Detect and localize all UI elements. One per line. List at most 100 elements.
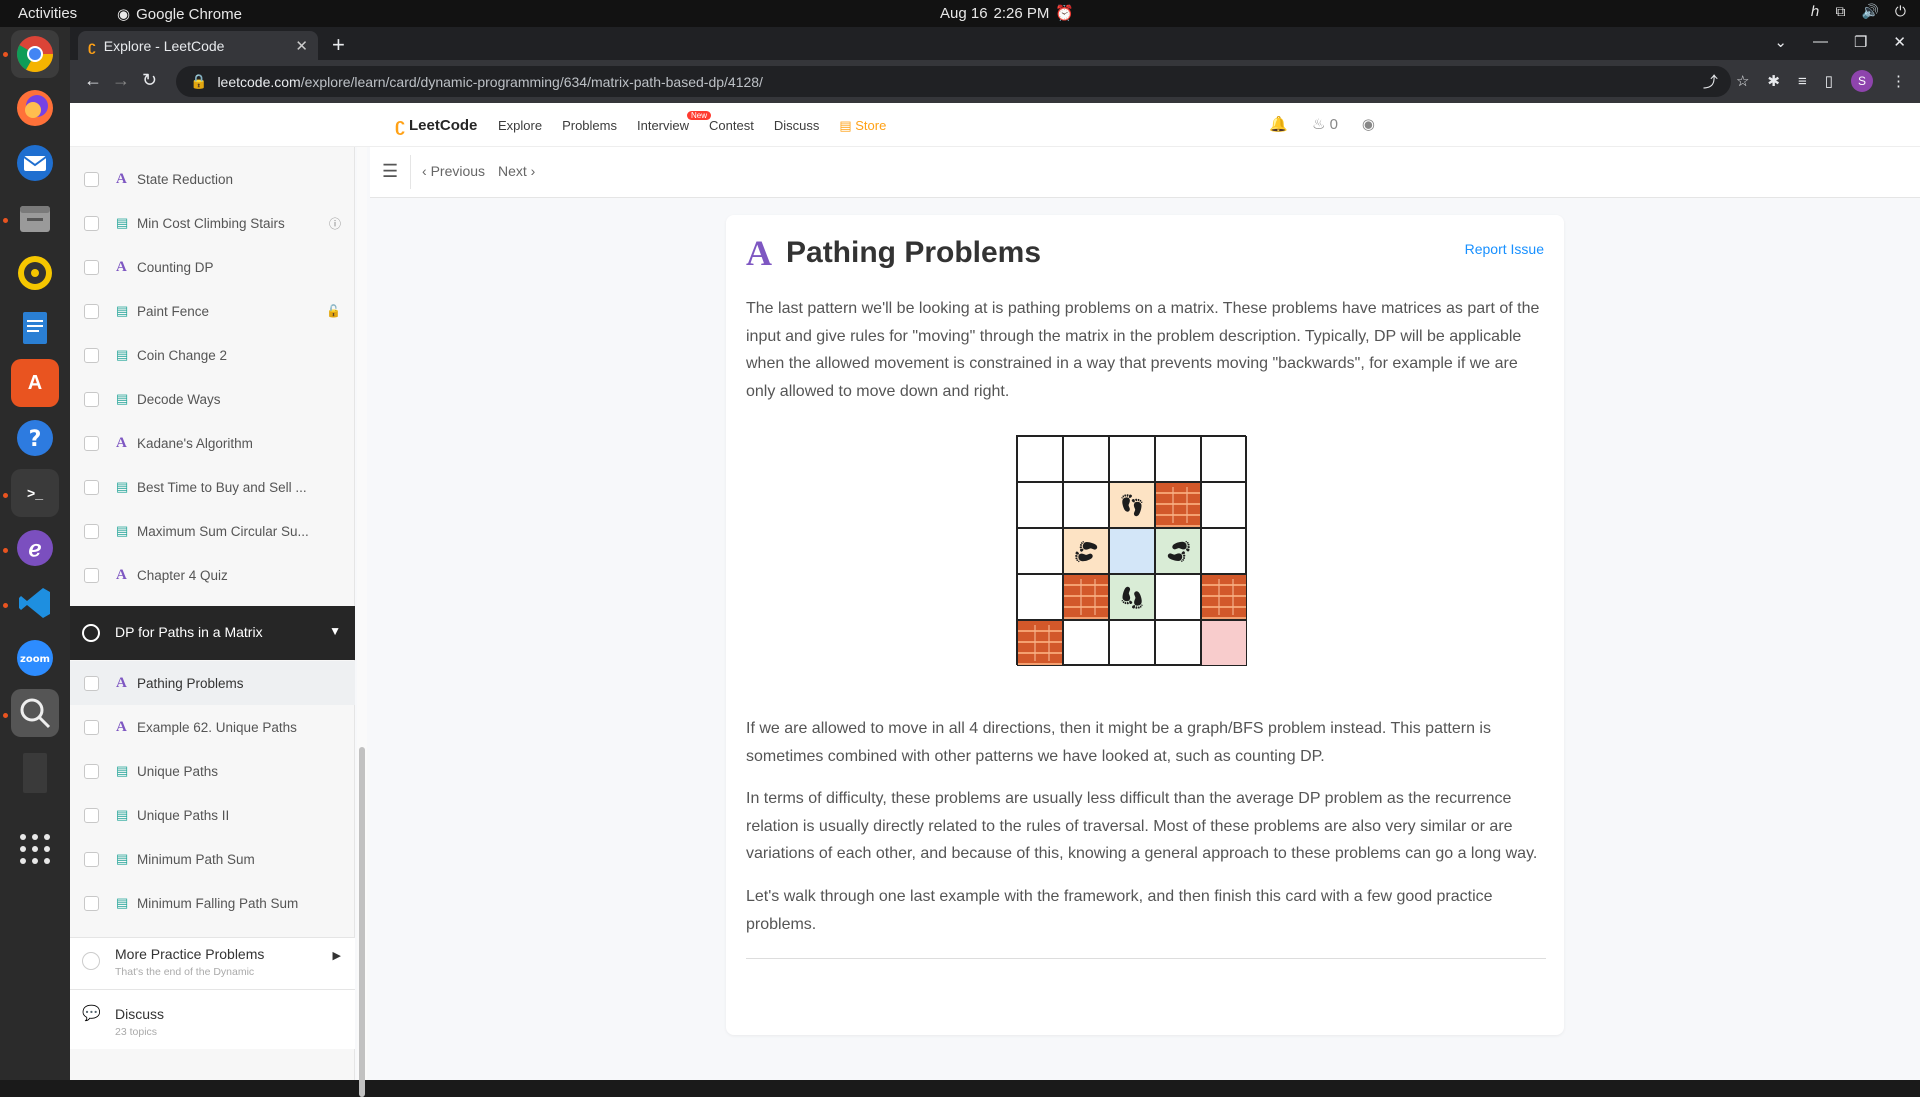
system-tray[interactable]: ℎ ⧉ 🔊 ⏻ [1811, 3, 1906, 20]
target-cell [1201, 620, 1247, 666]
completion-checkbox[interactable] [84, 523, 99, 539]
completion-checkbox[interactable] [84, 171, 99, 187]
window-dock-icon[interactable] [11, 749, 59, 797]
sidebar-item-kadanes-algorithm[interactable]: A Kadane's Algorithm [70, 421, 355, 465]
bookmark-star-icon[interactable]: ☆ [1736, 72, 1749, 90]
maximize-icon[interactable]: ❐ [1854, 33, 1867, 51]
share-icon[interactable]: ⤴ [1703, 71, 1718, 92]
store-label: Store [855, 118, 887, 133]
vscode-dock-icon[interactable] [11, 579, 59, 627]
sidebar-item-label: Decode Ways [137, 391, 221, 407]
chapter-more-practice[interactable]: More Practice Problems That's the end of… [70, 937, 355, 989]
sidebar-item-example-62[interactable]: A Example 62. Unique Paths [70, 705, 355, 749]
completion-checkbox[interactable] [84, 719, 99, 735]
completion-checkbox[interactable] [84, 391, 99, 407]
nav-store[interactable]: ▤ Store [839, 118, 886, 134]
files-dock-icon[interactable] [11, 194, 59, 242]
sidebar-item-decode-ways[interactable]: ▤ Decode Ways [70, 377, 355, 421]
sidebar-item-unique-paths[interactable]: ▤ Unique Paths [70, 749, 355, 793]
next-button[interactable]: Next › [498, 163, 535, 179]
sidebar-item-paint-fence[interactable]: ▤ Paint Fence 🔓 [70, 289, 355, 333]
completion-checkbox[interactable] [84, 763, 99, 779]
app-center-dock-icon[interactable]: A [11, 359, 59, 407]
hamburger-menu-icon[interactable]: ☰ [382, 161, 398, 182]
completion-checkbox[interactable] [84, 435, 99, 451]
rhythmbox-dock-icon[interactable] [11, 249, 59, 297]
profile-avatar[interactable]: S [1851, 70, 1873, 92]
completion-checkbox[interactable] [84, 851, 99, 867]
sidebar-scrollbar[interactable] [357, 147, 367, 1097]
thunderbird-dock-icon[interactable] [11, 139, 59, 187]
sidebar-item-pathing-problems[interactable]: A Pathing Problems [70, 661, 355, 705]
firefox-dock-icon[interactable] [11, 84, 59, 132]
leetcode-logo[interactable]: ʗ LeetCode [395, 115, 477, 136]
user-avatar-icon[interactable]: ◉ [1362, 115, 1375, 133]
forward-icon[interactable]: → [112, 70, 130, 91]
completion-checkbox[interactable] [84, 479, 99, 495]
close-window-icon[interactable]: ✕ [1893, 33, 1906, 51]
empty-cell [1017, 574, 1063, 620]
side-panel-icon[interactable]: ▯ [1825, 72, 1833, 90]
completion-checkbox[interactable] [84, 259, 99, 275]
completion-checkbox[interactable] [84, 675, 99, 691]
chrome-menu-icon[interactable]: ⋮ [1891, 72, 1906, 90]
magnifier-dock-icon[interactable] [11, 689, 59, 737]
completion-checkbox[interactable] [84, 215, 99, 231]
previous-button[interactable]: ‹ Previous [422, 163, 485, 179]
chapter-title: DP for Paths in a Matrix [115, 624, 263, 640]
sidebar-item-minimum-path-sum[interactable]: ▤ Minimum Path Sum [70, 837, 355, 881]
close-tab-icon[interactable]: ✕ [295, 37, 308, 55]
sidebar-item-best-time-buy-sell[interactable]: ▤ Best Time to Buy and Sell ... [70, 465, 355, 509]
completion-checkbox[interactable] [84, 807, 99, 823]
show-apps-icon[interactable] [11, 825, 59, 873]
discuss-section[interactable]: 💬 Discuss 23 topics [70, 989, 355, 1049]
empty-cell [1063, 482, 1109, 528]
sidebar-item-unique-paths-ii[interactable]: ▤ Unique Paths II [70, 793, 355, 837]
sidebar-item-max-sum-circular[interactable]: ▤ Maximum Sum Circular Su... [70, 509, 355, 553]
extensions-icon[interactable]: ✱ [1767, 72, 1780, 90]
tab-search-icon[interactable]: ⌄ [1774, 33, 1787, 51]
terminal-dock-icon[interactable]: >_ [11, 469, 59, 517]
reload-icon[interactable]: ↻ [142, 70, 157, 91]
sidebar-item-minimum-falling-path-sum[interactable]: ▤ Minimum Falling Path Sum [70, 881, 355, 925]
app-menu[interactable]: ◉ Google Chrome [117, 5, 242, 24]
help-dock-icon[interactable]: ? [11, 414, 59, 462]
new-tab-icon[interactable]: + [332, 32, 345, 58]
sidebar-item-label: Minimum Falling Path Sum [137, 895, 299, 911]
url-bar[interactable]: 🔒 leetcode.com/explore/learn/card/dynami… [176, 66, 1731, 97]
nav-discuss[interactable]: Discuss [774, 118, 820, 134]
clock[interactable]: Aug 16 2:26 PM ⏰ [940, 4, 1075, 23]
sidebar-item-min-cost-climbing-stairs[interactable]: ▤ Min Cost Climbing Stairs ⓘ [70, 201, 355, 245]
notification-bell-icon[interactable]: 🔔 [1269, 115, 1288, 133]
sidebar-item-state-reduction[interactable]: A State Reduction [70, 157, 355, 201]
completion-checkbox[interactable] [84, 347, 99, 363]
emacs-dock-icon[interactable]: ℯ [11, 524, 59, 572]
nav-contest[interactable]: Contest [709, 118, 754, 134]
activities-button[interactable]: Activities [18, 5, 77, 22]
completion-checkbox[interactable] [84, 303, 99, 319]
nav-interview[interactable]: Interview [637, 118, 689, 134]
nav-explore[interactable]: Explore [498, 118, 542, 134]
completion-checkbox[interactable] [84, 567, 99, 583]
back-icon[interactable]: ← [84, 70, 102, 91]
zoom-dock-icon[interactable]: zoom [11, 634, 59, 682]
completion-checkbox[interactable] [84, 895, 99, 911]
chapter-header-dp-paths[interactable]: DP for Paths in a Matrix ▼ [70, 606, 355, 660]
nav-problems[interactable]: Problems [562, 118, 617, 134]
alarm-icon: ⏰ [1055, 5, 1075, 22]
streak-counter[interactable]: ♨ 0 [1312, 115, 1338, 133]
scrollbar-thumb[interactable] [359, 747, 365, 1097]
empty-cell [1017, 528, 1063, 574]
sidebar-item-coin-change-2[interactable]: ▤ Coin Change 2 [70, 333, 355, 377]
problem-doc-icon: ▤ [116, 851, 129, 866]
sidebar-item-chapter-4-quiz[interactable]: A Chapter 4 Quiz [70, 553, 355, 597]
reading-list-icon[interactable]: ≡ [1798, 73, 1807, 90]
sidebar-item-counting-dp[interactable]: A Counting DP [70, 245, 355, 289]
writer-dock-icon[interactable] [11, 304, 59, 352]
tab-explore-leetcode[interactable]: ʗ Explore - LeetCode ✕ [78, 31, 318, 60]
info-icon[interactable]: ⓘ [329, 215, 341, 232]
chrome-dock-icon[interactable] [11, 30, 59, 78]
report-issue-link[interactable]: Report Issue [1465, 241, 1544, 257]
toolbar-actions: ⤴ ☆ ✱ ≡ ▯ S ⋮ [1703, 70, 1906, 92]
minimize-icon[interactable]: — [1813, 33, 1828, 51]
